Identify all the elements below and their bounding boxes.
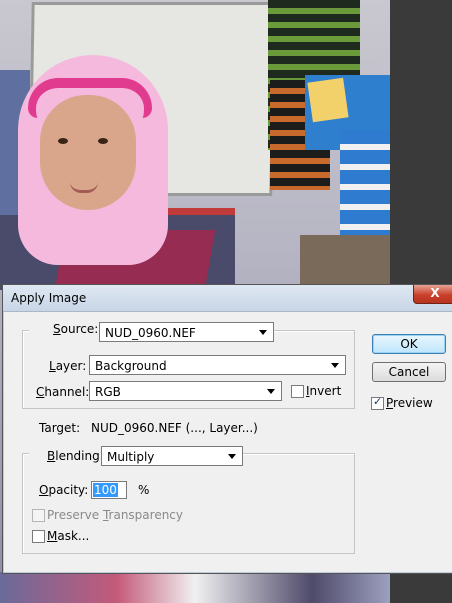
opacity-input[interactable]: 100 <box>91 481 127 499</box>
preserve-transparency-checkbox[interactable] <box>32 509 45 522</box>
dialog-title: Apply Image <box>11 291 87 305</box>
opacity-label: Opacity: <box>39 483 89 497</box>
layer-select[interactable]: Background <box>89 355 346 375</box>
chevron-down-icon <box>331 363 339 368</box>
chevron-down-icon <box>228 454 236 459</box>
opacity-unit: % <box>138 483 150 497</box>
mask-label[interactable]: Mask... <box>47 529 89 543</box>
cancel-button[interactable]: Cancel <box>372 362 446 382</box>
source-value: NUD_0960.NEF <box>105 326 196 340</box>
invert-checkbox[interactable] <box>291 385 304 398</box>
channel-value: RGB <box>95 385 121 399</box>
mask-checkbox[interactable] <box>32 530 45 543</box>
channel-select[interactable]: RGB <box>89 381 282 401</box>
photo-shelf <box>340 130 390 250</box>
chevron-down-icon <box>259 330 267 335</box>
photo-furniture <box>300 235 390 285</box>
ok-button[interactable]: OK <box>372 334 446 354</box>
preserve-transparency-label: Preserve Transparency <box>47 508 184 522</box>
invert-label[interactable]: Invert <box>306 384 341 398</box>
opacity-value: 100 <box>93 483 118 497</box>
photo-bottom-strip <box>0 572 390 603</box>
photo-poster-frame <box>307 77 349 123</box>
blending-select[interactable]: Multiply <box>101 446 243 466</box>
preview-label[interactable]: Preview <box>386 396 433 410</box>
layer-value: Background <box>95 359 167 373</box>
layer-label: Layer: <box>49 359 87 373</box>
dialog-titlebar[interactable]: Apply Image <box>3 285 452 312</box>
apply-image-dialog: Apply Image X Source: NUD_0960.NEF Layer… <box>2 284 452 574</box>
photo-eye-left <box>58 138 68 144</box>
chevron-down-icon <box>267 389 275 394</box>
target-label: Target: <box>39 421 81 435</box>
channel-label: Channel: <box>36 385 90 399</box>
target-value: NUD_0960.NEF (..., Layer...) <box>91 421 258 435</box>
blending-legend: Blending: <box>29 449 108 463</box>
close-icon: X <box>430 286 440 300</box>
source-select[interactable]: NUD_0960.NEF <box>99 322 274 342</box>
blending-value: Multiply <box>107 450 155 464</box>
photo-eye-right <box>98 138 108 144</box>
close-button[interactable]: X <box>413 285 452 304</box>
source-legend: Source: <box>29 322 103 336</box>
preview-checkbox[interactable] <box>371 395 384 410</box>
